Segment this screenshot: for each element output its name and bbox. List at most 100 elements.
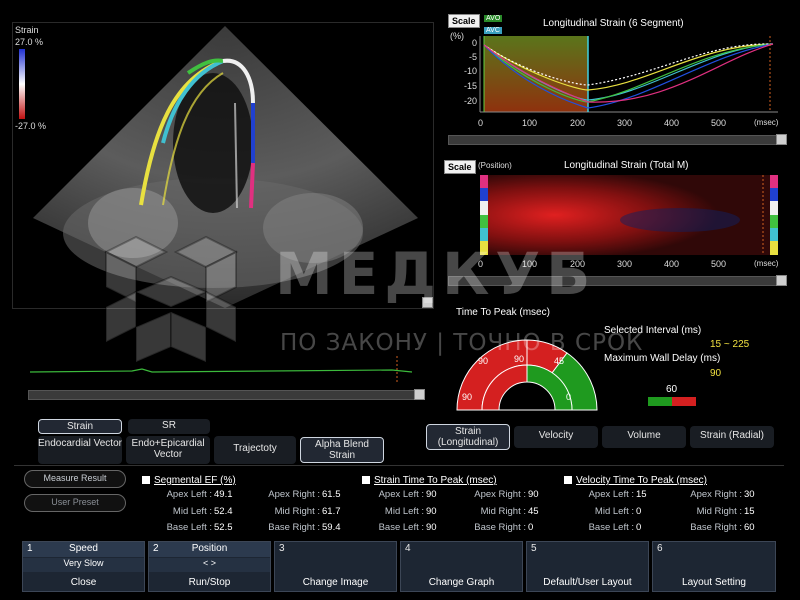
segmental-ef-header[interactable]: Segmental EF (%)	[142, 470, 236, 488]
vttp-mid-left-value: 0	[636, 506, 642, 517]
watermark-slogan: ПО ЗАКОНУ | ТОЧНО В СРОК	[280, 330, 644, 356]
graph1-x-tick: 100	[522, 118, 538, 128]
tab-strain-radial[interactable]: Strain (Radial)	[690, 426, 774, 448]
strain-mode-button[interactable]: Strain	[38, 419, 122, 434]
change-image-button[interactable]: Change Image	[275, 574, 396, 591]
change-graph-button[interactable]: Change Graph	[401, 574, 522, 591]
function-cell-4[interactable]: 4 Change Graph	[400, 541, 523, 592]
ttp-seg-apex-left: 90	[478, 356, 489, 366]
vttp-apex-right-label: Apex Right :	[690, 489, 742, 500]
strain-scale-min: -27.0 %	[15, 121, 47, 131]
sttp-base-left-label: Base Left :	[378, 522, 424, 533]
sttp-mid-right-label: Mid Right :	[480, 506, 526, 517]
vttp-apex-left-value: 15	[636, 489, 647, 500]
avo-marker: AVO	[484, 15, 503, 22]
ef-mid-right-label: Mid Right :	[274, 506, 320, 517]
ttp-seg-base-right: 0	[566, 392, 572, 402]
user-preset-button[interactable]: User Preset	[24, 494, 126, 512]
function-cell-5[interactable]: 5 Default/User Layout	[526, 541, 649, 592]
timeline-scroll-knob[interactable]	[414, 389, 425, 400]
function-cell-1[interactable]: 1 Speed Very Slow Close	[22, 541, 145, 592]
graph1-x-tick: 400	[664, 118, 680, 128]
vttp-mid-right-label: Mid Right :	[696, 506, 742, 517]
close-button[interactable]: Close	[23, 574, 144, 591]
graph1-scroll-knob[interactable]	[776, 134, 787, 145]
function-cell-number: 5	[531, 543, 537, 554]
ef-apex-left-value: 49.1	[214, 489, 233, 500]
graph1-y-tick: -10	[463, 66, 477, 76]
graph1-title: Longitudinal Strain (6 Segment)	[543, 18, 684, 29]
graph1-x-tick: 0	[478, 118, 484, 128]
watermark-cube-logo	[96, 232, 246, 382]
graph1-x-tick: 300	[617, 118, 633, 128]
position-control[interactable]: 2 Position	[149, 542, 270, 557]
graph1-x-axis: 0 100 200 300 400 500 (msec)	[476, 118, 786, 130]
alpha-blend-strain-button[interactable]: Alpha Blend Strain	[300, 437, 384, 463]
ttp-seg-base-left: 90	[462, 392, 473, 402]
speed-control[interactable]: 1 Speed	[23, 542, 144, 557]
graph1-scale-button[interactable]: Scale	[448, 14, 480, 28]
layout-setting-button[interactable]: Layout Setting	[653, 574, 775, 591]
graph1-y-axis: 0 -5 -10 -15 -20	[455, 38, 477, 128]
graph2-x-unit: (msec)	[754, 259, 779, 268]
trajectory-button[interactable]: Trajectoty	[214, 436, 296, 464]
position-label: Position	[191, 543, 228, 554]
endo-epicardial-vector-button[interactable]: Endo+Epicardial Vector	[126, 436, 210, 464]
max-wall-delay-value: 90	[710, 368, 722, 379]
ef-mid-left-value: 52.4	[214, 506, 233, 517]
graph2-x-tick: 400	[664, 259, 680, 269]
graph1-y-tick: -5	[468, 52, 477, 62]
sttp-base-right-value: 0	[528, 522, 534, 533]
graph1-y-tick: 0	[471, 38, 477, 48]
endocardial-vector-button[interactable]: Endocardial Vector	[38, 436, 122, 464]
function-cell-3[interactable]: 3 Change Image	[274, 541, 397, 592]
sttp-apex-right-label: Apex Right :	[474, 489, 526, 500]
watermark-brand: МЕДКУБ	[275, 240, 597, 308]
sr-mode-button[interactable]: SR	[128, 419, 210, 434]
graph1-x-tick: 200	[570, 118, 586, 128]
segmental-ef-checkbox[interactable]	[142, 476, 150, 484]
velocity-ttp-checkbox[interactable]	[564, 476, 572, 484]
vttp-base-right-value: 60	[744, 522, 755, 533]
sttp-mid-left-value: 90	[426, 506, 437, 517]
strain-ttp-header[interactable]: Strain Time To Peak (msec)	[362, 470, 497, 488]
position-arrows[interactable]: < >	[149, 558, 270, 572]
graph1-scrollbar[interactable]	[448, 135, 780, 145]
run-stop-button[interactable]: Run/Stop	[149, 574, 270, 591]
default-user-layout-button[interactable]: Default/User Layout	[527, 574, 648, 591]
graph1-y-tick: -15	[463, 81, 477, 91]
strain-ttp-title: Strain Time To Peak (msec)	[374, 475, 497, 486]
velocity-ttp-header[interactable]: Velocity Time To Peak (msec)	[564, 470, 707, 488]
tab-volume[interactable]: Volume	[602, 426, 686, 448]
function-cell-2[interactable]: 2 Position < > Run/Stop	[148, 541, 271, 592]
ef-mid-right-value: 61.7	[322, 506, 341, 517]
ef-apex-left-label: Apex Left :	[166, 489, 212, 500]
tab-velocity[interactable]: Velocity	[514, 426, 598, 448]
sttp-mid-right-value: 45	[528, 506, 539, 517]
strain-ttp-checkbox[interactable]	[362, 476, 370, 484]
ef-apex-right-value: 61.5	[322, 489, 341, 500]
graph2-position-label: (Position)	[478, 161, 512, 170]
vttp-apex-right-value: 30	[744, 489, 755, 500]
graph2-scale-button[interactable]: Scale	[444, 160, 476, 174]
ef-base-left-value: 52.5	[214, 522, 233, 533]
strain-scale-max: 27.0 %	[15, 37, 44, 47]
speed-value[interactable]: Very Slow	[23, 558, 144, 572]
function-cell-6[interactable]: 6 Layout Setting	[652, 541, 776, 592]
sttp-apex-right-value: 90	[528, 489, 539, 500]
delay-bar-value: 60	[666, 384, 678, 395]
timeline-scrollbar[interactable]	[28, 390, 422, 400]
function-cell-number: 3	[279, 543, 285, 554]
sttp-base-right-label: Base Right :	[474, 522, 526, 533]
segmental-ef-title: Segmental EF (%)	[154, 475, 236, 486]
graph2-scroll-knob[interactable]	[776, 275, 787, 286]
vttp-base-right-label: Base Right :	[690, 522, 742, 533]
tab-strain-longitudinal[interactable]: Strain (Longitudinal)	[426, 424, 510, 450]
graph2-x-tick: 500	[711, 259, 727, 269]
function-cell-number: 4	[405, 543, 411, 554]
vttp-base-left-label: Base Left :	[588, 522, 634, 533]
graph2-title: Longitudinal Strain (Total M)	[564, 160, 689, 171]
vttp-mid-right-value: 15	[744, 506, 755, 517]
measure-result-button[interactable]: Measure Result	[24, 470, 126, 488]
velocity-ttp-title: Velocity Time To Peak (msec)	[576, 475, 707, 486]
